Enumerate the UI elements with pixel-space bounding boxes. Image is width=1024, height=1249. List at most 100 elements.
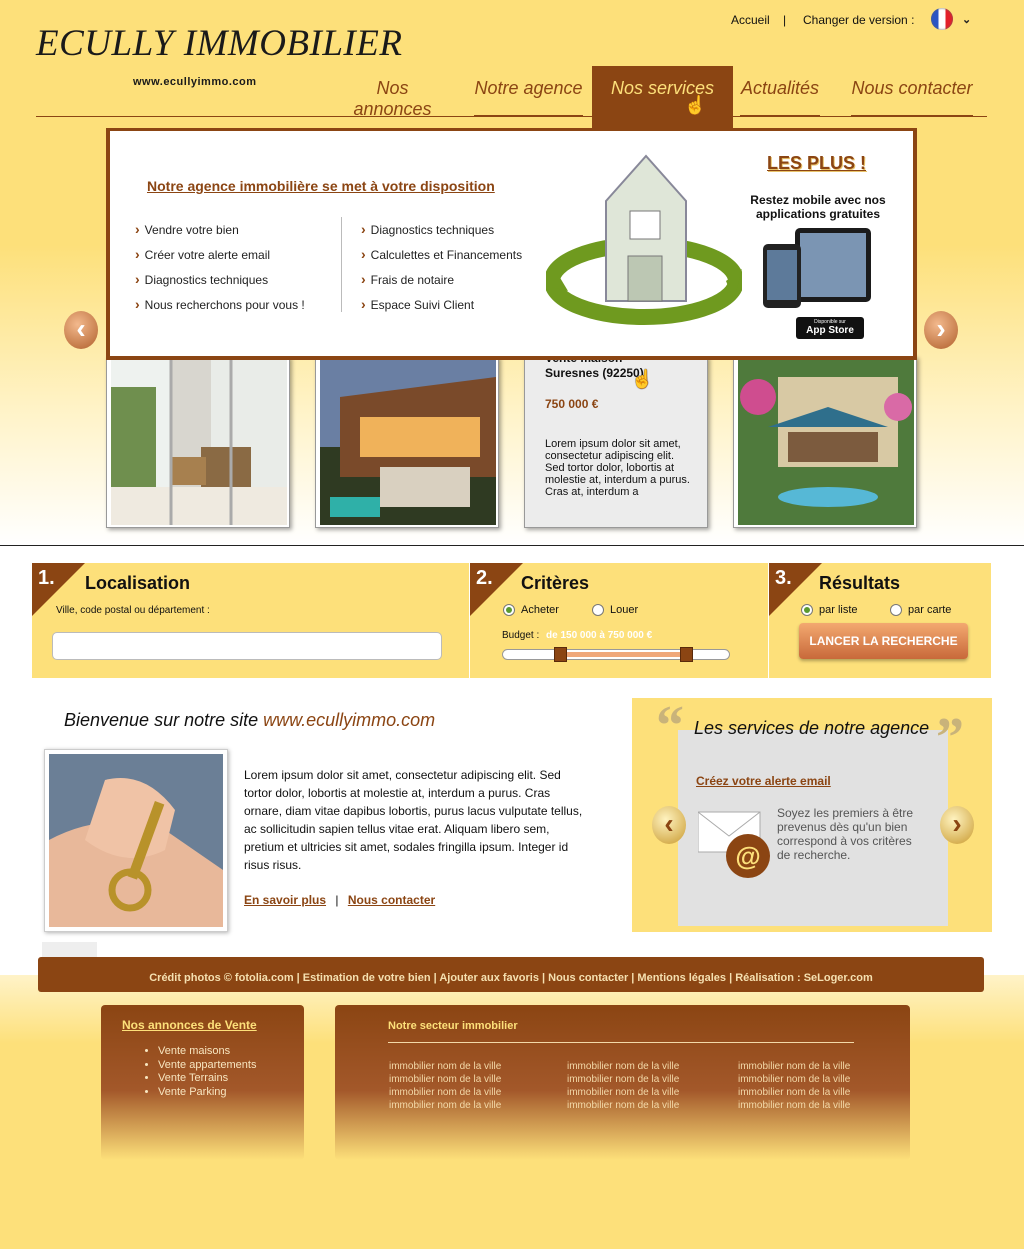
city-link[interactable]: immobilier nom de la ville [389, 1073, 501, 1086]
carousel-prev-button[interactable]: ‹ [64, 311, 98, 349]
service-item[interactable]: Diagnostics techniques [135, 267, 305, 292]
step-title: Résultats [819, 573, 901, 593]
column-divider [341, 217, 342, 312]
city-column-3: immobilier nom de la ville immobilier no… [738, 1060, 850, 1112]
accueil-link[interactable]: Accueil [731, 13, 770, 27]
panel-title[interactable]: Notre agence immobilière se met à votre … [147, 178, 495, 194]
annonces-list: Vente maisons Vente appartements Vente T… [141, 1045, 256, 1099]
city-link[interactable]: immobilier nom de la ville [389, 1099, 501, 1112]
service-item[interactable]: Vendre votre bien [135, 217, 305, 242]
key-photo [44, 749, 228, 932]
acheter-label: Acheter [521, 603, 559, 616]
services-box-title: Les services de notre agence [694, 718, 930, 738]
listing-thumb-interior[interactable] [106, 356, 290, 528]
service-item[interactable]: Calculettes et Financements [361, 242, 522, 267]
annonce-link[interactable]: Vente Parking [158, 1086, 256, 1100]
listing-thumb-villa[interactable] [733, 356, 917, 528]
email-at-icon: @ [698, 811, 770, 878]
city-link[interactable]: immobilier nom de la ville [567, 1086, 679, 1099]
acheter-option[interactable]: Acheter [503, 601, 559, 619]
nav-nos-services[interactable]: Nos services [592, 78, 733, 99]
welcome-text: Lorem ipsum dolor sit amet, consectetur … [244, 768, 583, 872]
services-box: “ Créez votre alerte email @ Soyez les p… [632, 695, 992, 932]
annonces-title[interactable]: Nos annonces de Vente [122, 1018, 257, 1032]
city-link[interactable]: immobilier nom de la ville [738, 1086, 850, 1099]
step-title: Critères [521, 573, 590, 593]
city-link[interactable]: immobilier nom de la ville [389, 1060, 501, 1073]
city-link[interactable]: immobilier nom de la ville [567, 1073, 679, 1086]
launch-search-button[interactable]: LANCER LA RECHERCHE [799, 623, 968, 659]
svg-text:@: @ [735, 841, 760, 871]
listing-thumb-house[interactable] [315, 356, 499, 528]
mobile-apps-text: Restez mobile avec nos applications grat… [750, 193, 886, 221]
french-flag-icon[interactable] [931, 8, 953, 30]
welcome-site[interactable]: www.ecullyimmo.com [263, 710, 435, 730]
nav-nous-contacter[interactable]: Nous contacter [851, 78, 973, 116]
footer-secteur-panel: Notre secteur immobilier immobilier nom … [335, 1005, 910, 1160]
par-carte-label: par carte [908, 603, 952, 616]
radio-louer[interactable] [592, 603, 604, 616]
chevron-down-icon[interactable]: ⌄ [962, 13, 971, 26]
city-link[interactable]: immobilier nom de la ville [738, 1073, 850, 1086]
radio-par-liste[interactable] [801, 603, 813, 616]
budget-range: de 150 000 à 750 000 € [546, 630, 653, 641]
service-item[interactable]: Espace Suivi Client [361, 292, 522, 317]
listing-price: 750 000 € [545, 397, 599, 411]
secteur-title: Notre secteur immobilier [388, 1020, 518, 1032]
services-prev-button[interactable]: ‹ [652, 806, 686, 844]
step-number: 1. [38, 567, 55, 589]
services-list-2: Diagnostics techniques Calculettes et Fi… [361, 217, 522, 317]
welcome-title: Bienvenue sur notre site [64, 710, 259, 730]
city-link[interactable]: immobilier nom de la ville [738, 1099, 850, 1112]
services-dropdown-panel: Notre agence immobilière se met à votre … [106, 128, 917, 360]
radio-acheter[interactable] [503, 603, 515, 616]
par-carte-option[interactable]: par carte [890, 601, 951, 619]
localisation-input[interactable] [52, 632, 442, 660]
service-item[interactable]: Frais de notaire [361, 267, 522, 292]
budget-label: Budget : [502, 630, 540, 641]
city-link[interactable]: immobilier nom de la ville [567, 1060, 679, 1073]
radio-par-carte[interactable] [890, 603, 902, 616]
search-step-localisation: 1. Localisation Ville, code postal ou dé… [32, 563, 469, 678]
slider-range-fill [561, 652, 687, 657]
annonce-link[interactable]: Vente maisons [158, 1045, 256, 1059]
app-store-badge[interactable]: Disponible sur App Store [796, 317, 864, 339]
city-link[interactable]: immobilier nom de la ville [738, 1060, 850, 1073]
listing-description: Lorem ipsum dolor sit amet, consectetur … [545, 438, 690, 498]
devices-illustration [763, 228, 871, 308]
service-item[interactable]: Nous recherchons pour vous ! [135, 292, 305, 317]
hand-cursor-icon: ☝ [684, 95, 707, 115]
louer-option[interactable]: Louer [592, 601, 638, 619]
alert-email-text: Soyez les premiers à être prevenus dès q… [777, 806, 914, 862]
city-column-2: immobilier nom de la ville immobilier no… [567, 1060, 679, 1112]
city-link[interactable]: immobilier nom de la ville [567, 1099, 679, 1112]
par-liste-option[interactable]: par liste [801, 601, 858, 619]
slider-max-handle[interactable] [680, 647, 693, 662]
nous-contacter-link[interactable]: Nous contacter [348, 893, 435, 907]
nav-active-tab[interactable]: Nos services [592, 66, 733, 129]
en-savoir-plus-link[interactable]: En savoir plus [244, 893, 326, 907]
annonce-link[interactable]: Vente Terrains [158, 1072, 256, 1086]
service-item[interactable]: Diagnostics techniques [361, 217, 522, 242]
nav-notre-agence[interactable]: Notre agence [474, 78, 583, 116]
nav-actualites[interactable]: Actualités [740, 78, 820, 116]
carousel-next-button[interactable]: › [924, 311, 958, 349]
budget-slider[interactable] [502, 647, 730, 662]
listing-card[interactable]: Vente maison Suresnes (92250) 750 000 € … [524, 351, 708, 528]
les-plus-title: LES PLUS ! [767, 153, 867, 173]
services-next-button[interactable]: › [940, 806, 974, 844]
site-logo[interactable]: ECULLY IMMOBILIER [36, 22, 402, 65]
hand-cursor-icon: ☝ [631, 369, 654, 389]
footer-links-bar[interactable]: Crédit photos © fotolia.com | Estimation… [38, 957, 984, 992]
welcome-heading: Bienvenue sur notre site www.ecullyimmo.… [64, 710, 435, 731]
nav-divider [36, 116, 987, 117]
slider-min-handle[interactable] [554, 647, 567, 662]
annonce-link[interactable]: Vente appartements [158, 1059, 256, 1073]
city-link[interactable]: immobilier nom de la ville [389, 1086, 501, 1099]
step-number: 2. [476, 567, 493, 589]
services-card: Créez votre alerte email @ Soyez les pre… [678, 730, 948, 926]
service-item[interactable]: Créer votre alerte email [135, 242, 305, 267]
alert-email-link[interactable]: Créez votre alerte email [696, 774, 831, 788]
version-label: Changer de version : [803, 13, 915, 27]
app-store-label: App Store [806, 325, 854, 336]
